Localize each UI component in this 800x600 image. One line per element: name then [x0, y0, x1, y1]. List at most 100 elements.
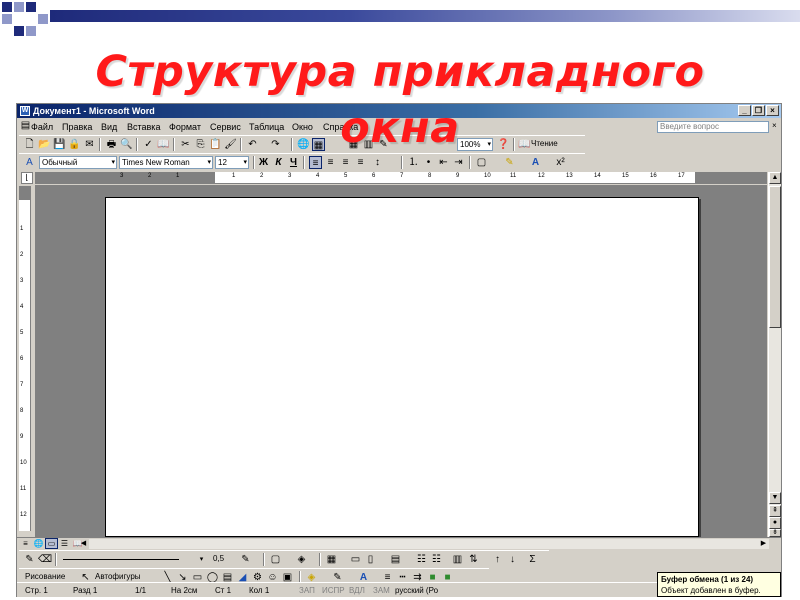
- status-track-changes[interactable]: ИСПР: [322, 585, 345, 596]
- status-line: Ст 1: [215, 586, 232, 595]
- view-bar: ≡ 🌐 ▭ ☰ 📖 ◀ ▶: [17, 537, 781, 550]
- decor-square: [14, 2, 24, 12]
- distribute-columns-icon[interactable]: ☷: [430, 553, 443, 566]
- numbering-icon[interactable]: ⒈: [407, 156, 420, 169]
- chevron-down-icon: ▾: [111, 159, 115, 166]
- align-left-icon[interactable]: ≡: [309, 156, 322, 169]
- chevron-down-icon: ▾: [243, 159, 247, 166]
- border-icon[interactable]: ▢: [475, 156, 488, 169]
- chevron-down-icon: ▾: [207, 159, 211, 166]
- sort-descending-icon[interactable]: ↓: [506, 553, 519, 566]
- align-center-icon[interactable]: ≡: [324, 156, 337, 169]
- styles-icon[interactable]: A: [23, 156, 36, 169]
- border-color-icon[interactable]: ✎: [239, 553, 252, 566]
- horizontal-scrollbar[interactable]: [89, 539, 769, 549]
- superscript-icon[interactable]: x²: [554, 156, 567, 169]
- distribute-rows-icon[interactable]: ☷: [415, 553, 428, 566]
- scroll-left-icon[interactable]: ◀: [77, 538, 90, 549]
- print-layout-icon[interactable]: ▭: [45, 538, 58, 549]
- style-value: Обычный: [42, 158, 78, 167]
- status-overtype[interactable]: ЗАМ: [373, 585, 390, 596]
- status-position: На 2см: [171, 586, 198, 595]
- ruler-label: 16: [650, 173, 657, 179]
- ruler-label: 15: [622, 173, 629, 179]
- clipboard-notification[interactable]: Буфер обмена (1 из 24) Объект добавлен в…: [657, 572, 781, 597]
- font-select[interactable]: Times New Roman ▾: [119, 156, 213, 169]
- ruler-label: 10: [20, 460, 27, 466]
- outside-border-icon[interactable]: ▢: [269, 553, 282, 566]
- status-language: русский (Ро: [395, 586, 439, 595]
- ruler-label: 10: [484, 173, 491, 179]
- vertical-ruler[interactable]: 1 2 3 4 5 6 7 8 9 10 11 12: [19, 186, 31, 531]
- decrease-indent-icon[interactable]: ⇤: [437, 156, 450, 169]
- italic-button[interactable]: К: [272, 156, 285, 169]
- ruler-label: 8: [20, 408, 24, 414]
- previous-page-icon[interactable]: ⇞: [769, 505, 781, 517]
- next-page-icon[interactable]: ⇟: [769, 529, 781, 537]
- insert-table-icon[interactable]: ▦: [325, 553, 338, 566]
- merge-cells-icon[interactable]: ▭: [349, 553, 362, 566]
- sort-ascending-icon[interactable]: ↑: [491, 553, 504, 566]
- scroll-thumb[interactable]: [769, 186, 781, 328]
- justify-icon[interactable]: ≡: [354, 156, 367, 169]
- ruler-label: 2: [20, 252, 24, 258]
- ruler-label: 5: [344, 173, 348, 179]
- status-extend[interactable]: ВДЛ: [349, 585, 365, 596]
- highlight-icon[interactable]: ✎: [503, 156, 516, 169]
- scroll-right-icon[interactable]: ▶: [757, 538, 770, 549]
- align-cell-icon[interactable]: ▤: [389, 553, 402, 566]
- vertical-scrollbar[interactable]: ▲ ▼ ⇞ ● ⇟: [768, 172, 781, 537]
- header-gradient-bar: [50, 10, 800, 22]
- draw-table-icon[interactable]: ✎: [23, 553, 36, 566]
- eraser-icon[interactable]: ⌫: [38, 553, 52, 566]
- ruler-label: 12: [538, 173, 545, 179]
- split-cells-icon[interactable]: ▯: [364, 553, 377, 566]
- browse-object-icon[interactable]: ●: [769, 517, 781, 529]
- autosum-icon[interactable]: Σ: [526, 553, 539, 566]
- slide-title-line1: Структура прикладного: [95, 47, 705, 97]
- bold-button[interactable]: Ж: [257, 156, 270, 169]
- line-weight-value[interactable]: 0,5: [213, 554, 224, 563]
- draw-menu-button[interactable]: Рисование: [25, 572, 65, 581]
- bullets-icon[interactable]: •: [422, 156, 435, 169]
- ruler-label: 1: [20, 226, 24, 232]
- autoshapes-button[interactable]: Автофигуры: [95, 572, 141, 581]
- ruler-label: 5: [20, 330, 24, 336]
- status-record[interactable]: ЗАП: [299, 585, 315, 596]
- outline-view-icon[interactable]: ☰: [58, 538, 71, 549]
- font-size-value: 12: [218, 158, 227, 167]
- tab-selector-icon[interactable]: ⌊: [21, 172, 33, 184]
- ruler-label: 2: [260, 173, 264, 179]
- ruler-margin-right: [695, 172, 767, 184]
- toolbar-separator: [263, 553, 265, 566]
- align-right-icon[interactable]: ≡: [339, 156, 352, 169]
- table-autoformat-icon[interactable]: ▥: [451, 553, 464, 566]
- scroll-up-icon[interactable]: ▲: [769, 172, 781, 184]
- ruler-label: 7: [20, 382, 24, 388]
- document-page[interactable]: [105, 197, 699, 537]
- horizontal-ruler[interactable]: 3 2 1 1 2 3 4 5 6 7 8 9 10 11 12 13 14 1…: [35, 172, 767, 184]
- font-size-select[interactable]: 12 ▾: [215, 156, 249, 169]
- chevron-down-icon[interactable]: ▾: [195, 553, 208, 566]
- normal-view-icon[interactable]: ≡: [19, 538, 32, 549]
- tables-toolbar: ✎ ⌫ ▾ 0,5 ✎ ▢ ◈ ▦ ▭ ▯ ▤ ☷ ☷ ▥ ⇅ ↑ ↓ Σ: [19, 550, 549, 568]
- style-select[interactable]: Обычный ▾: [39, 156, 117, 169]
- toolbar-separator: [469, 156, 471, 169]
- ruler-label: 14: [594, 173, 601, 179]
- line-style-icon[interactable]: [63, 559, 179, 560]
- web-view-icon[interactable]: 🌐: [32, 538, 45, 549]
- clipboard-message: Объект добавлен в буфер.: [661, 586, 761, 595]
- line-spacing-icon[interactable]: ↕: [371, 156, 384, 169]
- slide-title: Структура прикладного окна: [0, 44, 800, 156]
- font-color-icon[interactable]: A: [529, 156, 542, 169]
- underline-button[interactable]: Ч: [287, 156, 300, 169]
- decor-square: [14, 26, 24, 36]
- increase-indent-icon[interactable]: ⇥: [452, 156, 465, 169]
- shading-color-icon[interactable]: ◈: [295, 553, 308, 566]
- scroll-down-icon[interactable]: ▼: [769, 492, 781, 504]
- slide-header-band: [0, 0, 800, 50]
- ruler-label: 13: [566, 173, 573, 179]
- text-direction-icon[interactable]: ⇅: [467, 553, 480, 566]
- ruler-label: 1: [232, 173, 236, 179]
- ruler-margin-top: [19, 186, 31, 200]
